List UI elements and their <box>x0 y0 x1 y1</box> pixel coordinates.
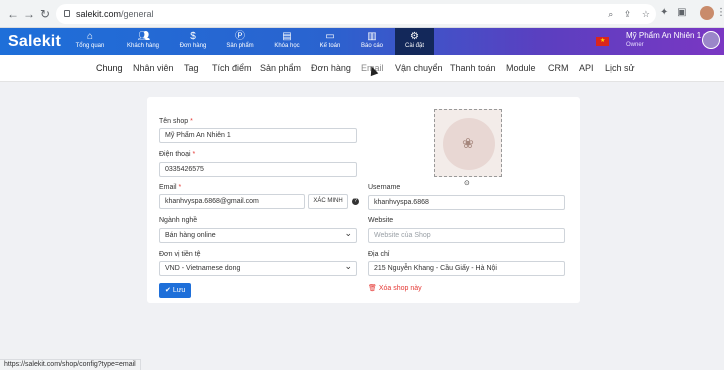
menu-label: Đơn hàng <box>179 43 207 49</box>
menu-item-overview[interactable]: ⌂ Tổng quan <box>71 28 109 55</box>
address-input[interactable]: 215 Nguyễn Khang - Cầu Giấy - Hà Nội <box>368 261 565 276</box>
menu-label: Tổng quan <box>75 43 105 49</box>
menu-label: Cài đặt <box>404 43 424 49</box>
shop-logo-upload[interactable]: ❀ ⊙ <box>434 109 502 187</box>
card-icon: ▭ <box>325 31 335 42</box>
menu-label: Khóa học <box>274 43 300 49</box>
tab-general[interactable]: Chung <box>96 63 123 73</box>
gear-icon: ⚙ <box>410 31 419 42</box>
browser-toolbar: ← → ↻ salekit.com/general ⌕ ⇪ ☆ ✦ ▣ ⋮ <box>0 0 724 28</box>
email-input[interactable]: khanhvyspa.6868@gmail.com <box>159 194 305 209</box>
menu-item-products[interactable]: Ⓟ Sản phẩm <box>222 28 258 55</box>
sidebar-icon[interactable]: ▣ <box>677 7 686 18</box>
phone-input[interactable]: 0335426575 <box>159 162 357 177</box>
tab-api[interactable]: API <box>579 63 594 73</box>
chart-icon: ▥ <box>367 31 377 42</box>
menu-item-accounting[interactable]: ▭ Kế toán <box>316 28 344 55</box>
menu-label: Kế toán <box>319 43 341 49</box>
share-icon[interactable]: ⇪ <box>624 9 632 19</box>
email-label: Email * <box>159 184 182 191</box>
tab-shipping[interactable]: Vận chuyển <box>395 63 443 73</box>
product-icon: Ⓟ <box>235 31 245 42</box>
website-input[interactable]: Website của Shop <box>368 228 565 243</box>
url-host: salekit.com <box>76 9 122 19</box>
website-label: Website <box>368 217 394 224</box>
extensions-icon[interactable]: ✦ <box>660 7 668 18</box>
avatar[interactable] <box>702 31 720 49</box>
tab-payment[interactable]: Thanh toán <box>450 63 496 73</box>
general-settings-card: Tên shop * Mỹ Phẩm An Nhiên 1 Điện thoại… <box>147 97 580 303</box>
address-label: Địa chỉ <box>368 251 390 258</box>
menu-item-settings[interactable]: ⚙ Cài đặt <box>395 28 434 55</box>
salekit-logo[interactable]: Salekit <box>8 33 61 51</box>
user-name[interactable]: Mỹ Phẩm An Nhiên 1 ▾ <box>626 31 707 40</box>
shop-logo-image: ❀ <box>443 118 495 170</box>
tab-orders[interactable]: Đơn hàng <box>311 63 351 73</box>
currency-label: Đơn vị tiền tệ <box>159 251 201 258</box>
shop-name-label: Tên shop * <box>159 118 193 125</box>
forward-icon[interactable]: → <box>22 6 36 22</box>
user-role: Owner <box>626 42 644 48</box>
dollar-icon: $ <box>190 31 196 42</box>
industry-select[interactable]: Bán hàng online <box>159 228 357 243</box>
url-path: /general <box>121 9 154 19</box>
status-bar-url: https://salekit.com/shop/config?type=ema… <box>0 359 141 370</box>
tab-crm[interactable]: CRM <box>548 63 569 73</box>
username-input[interactable]: khanhvyspa.6868 <box>368 195 565 210</box>
trash-icon: 🗑︎ <box>368 285 377 292</box>
menu-item-reports[interactable]: ▥ Báo cáo <box>358 28 386 55</box>
tab-products[interactable]: Sản phẩm <box>260 63 301 73</box>
currency-select[interactable]: VND - Vietnamese dong <box>159 261 357 276</box>
delete-shop-link[interactable]: 🗑︎ Xóa shop này <box>368 284 422 292</box>
browser-menu-icon[interactable]: ⋮ <box>716 7 724 18</box>
menu-item-customers[interactable]: 👥︎ Khách hàng <box>122 28 164 55</box>
tab-staff[interactable]: Nhân viên <box>133 63 174 73</box>
phone-label: Điện thoại * <box>159 151 196 158</box>
tab-points[interactable]: Tích điểm <box>212 63 252 73</box>
back-icon[interactable]: ← <box>6 6 20 22</box>
vietnam-flag-icon[interactable] <box>596 37 609 46</box>
check-icon: ✔ <box>165 287 171 294</box>
help-icon[interactable]: ? <box>352 198 359 205</box>
star-icon[interactable]: ☆ <box>642 9 650 19</box>
menu-label: Sản phẩm <box>226 43 254 49</box>
shop-name-input[interactable]: Mỹ Phẩm An Nhiên 1 <box>159 128 357 143</box>
users-icon: 👥︎ <box>137 31 151 42</box>
delete-label: Xóa shop này <box>378 285 422 292</box>
username-label: Username <box>368 184 401 191</box>
reload-icon[interactable]: ↻ <box>38 6 52 22</box>
browser-profile-avatar[interactable] <box>700 6 714 20</box>
save-label: Lưu <box>172 287 186 294</box>
lotus-icon: ❀ <box>462 135 474 151</box>
camera-icon[interactable]: ⊙ <box>464 179 470 187</box>
menu-label: Báo cáo <box>360 43 384 49</box>
book-icon: ▤ <box>282 31 292 42</box>
save-button[interactable]: ✔ Lưu <box>159 283 192 298</box>
lock-icon <box>64 10 70 17</box>
menu-label: Khách hàng <box>126 43 160 49</box>
search-icon[interactable]: ⌕ <box>608 9 613 19</box>
tab-tag[interactable]: Tag <box>184 63 199 73</box>
menu-item-orders[interactable]: $ Đơn hàng <box>174 28 212 55</box>
tab-module[interactable]: Module <box>506 63 536 73</box>
settings-tabs: Chung Nhân viên Tag Tích điểm Sản phẩm Đ… <box>0 55 724 82</box>
app-header: Salekit ⌂ Tổng quan 👥︎ Khách hàng $ Đơn … <box>0 28 724 55</box>
address-bar[interactable]: salekit.com/general ⌕ ⇪ ☆ <box>56 4 656 24</box>
industry-label: Ngành nghề <box>159 217 198 224</box>
tab-history[interactable]: Lịch sử <box>605 63 635 73</box>
home-icon: ⌂ <box>86 31 94 42</box>
menu-item-courses[interactable]: ▤ Khóa học <box>270 28 304 55</box>
verify-email-button[interactable]: XÁC MINH <box>308 194 348 209</box>
